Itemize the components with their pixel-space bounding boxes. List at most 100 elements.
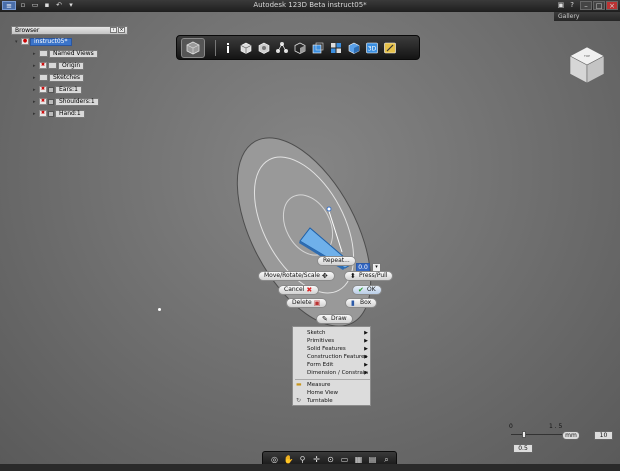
tree-item-root[interactable]: ▾ ● instruct05*	[15, 37, 72, 46]
close-panel-button[interactable]: ×	[118, 27, 125, 33]
submenu-arrow-icon: ▶	[364, 338, 368, 344]
unit-button[interactable]: mm	[562, 431, 580, 440]
press-pull-icon: ⬍	[350, 271, 356, 280]
window-title: Autodesk 123D Beta instruct05*	[253, 1, 367, 9]
component-icon	[48, 86, 54, 93]
submenu-arrow-icon: ▶	[364, 354, 368, 360]
tree-item-shoulders[interactable]: ▸ ✖ Shoulders:1	[33, 97, 99, 106]
menu-item-form-edit[interactable]: Form Edit ▶	[293, 361, 372, 369]
ok-check-icon: ✔	[358, 285, 364, 294]
primitive-icon[interactable]	[256, 40, 272, 56]
box-label: Box	[360, 299, 372, 306]
move-icon: ✥	[321, 271, 328, 280]
gallery-bar[interactable]: Gallery	[554, 12, 620, 21]
view-cube[interactable]: TOP	[566, 44, 608, 86]
context-menu: Sketch ▶ Primitives ▶ Solid Features ▶ Cons…	[292, 326, 371, 406]
menu-item-construction-features[interactable]: Construction Features ▶	[293, 353, 372, 361]
press-pull-button[interactable]: ⬍ Press/Pull	[344, 271, 394, 281]
menu-item-label: Home View	[307, 390, 339, 396]
help-icon[interactable]: ?	[570, 1, 574, 10]
scale-slider-handle[interactable]	[522, 431, 526, 438]
tree-item-named-views[interactable]: ▸ Named Views	[33, 49, 98, 58]
visibility-off-icon[interactable]: ✖	[39, 110, 47, 117]
submenu-arrow-icon: ▶	[364, 370, 368, 376]
delete-label: Delete	[292, 299, 312, 306]
repeat-button[interactable]: Repeat...	[317, 256, 356, 266]
scale-left-tick: 0	[509, 423, 513, 430]
folder-icon	[39, 74, 48, 81]
folder-icon	[39, 50, 48, 57]
visibility-off-icon[interactable]: ✖	[39, 86, 47, 93]
tree-item-hand[interactable]: ▸ ✖ Hand:1	[33, 109, 85, 118]
cube-icon[interactable]	[346, 40, 362, 56]
delete-icon: ▣	[313, 298, 321, 307]
menu-item-dimension-constrain[interactable]: Dimension / Constrain ▶	[293, 369, 372, 377]
surface-icon[interactable]	[292, 40, 308, 56]
menu-item-sketch[interactable]: Sketch ▶	[293, 329, 372, 337]
tree-item-label: Ears:1	[55, 85, 82, 94]
edit-icon[interactable]	[382, 40, 398, 56]
grid-snap-widget: 0 1 . 5 mm 10 0.5	[505, 423, 615, 457]
menu-item-label: Dimension / Constrain	[307, 370, 368, 376]
svg-text:TOP: TOP	[583, 54, 590, 58]
anchor-point[interactable]	[326, 206, 332, 212]
menu-item-label: Solid Features	[307, 346, 346, 352]
tree-item-ears[interactable]: ▸ ✖ Ears:1	[33, 85, 82, 94]
component-icon	[48, 98, 54, 105]
pin-button[interactable]: ‹	[110, 27, 117, 33]
delete-button[interactable]: Delete ▣	[286, 298, 327, 308]
move-rotate-scale-button[interactable]: Move/Rotate/Scale ✥	[258, 271, 335, 281]
close-button[interactable]: ×	[606, 1, 618, 10]
folder-icon	[48, 62, 57, 69]
grid-icon[interactable]	[328, 40, 344, 56]
tree-item-origin[interactable]: ▸ ✖ Origin	[33, 61, 85, 70]
ok-button[interactable]: ✔ OK	[352, 285, 382, 295]
snap-value-field[interactable]: 0.5	[513, 444, 533, 453]
scale-track	[511, 434, 563, 435]
menu-item-label: Turntable	[307, 398, 333, 404]
draw-button[interactable]: ✎ Draw	[316, 314, 353, 324]
solid-icon[interactable]	[310, 40, 326, 56]
menu-item-label: Form Edit	[307, 362, 334, 368]
menu-item-solid-features[interactable]: Solid Features ▶	[293, 345, 372, 353]
draw-label: Draw	[331, 315, 347, 322]
turntable-icon: ↻	[296, 397, 302, 404]
menu-item-turntable[interactable]: ↻ Turntable	[293, 397, 372, 405]
cancel-button[interactable]: Cancel ✖	[278, 285, 320, 295]
box-icon[interactable]	[238, 40, 254, 56]
pattern-icon[interactable]	[274, 40, 290, 56]
submenu-arrow-icon: ▶	[364, 330, 368, 336]
sketch-point[interactable]	[158, 308, 161, 311]
box-button[interactable]: ▮ Box	[345, 298, 378, 308]
menu-item-measure[interactable]: ▬ Measure	[293, 381, 372, 389]
menu-item-primitives[interactable]: Primitives ▶	[293, 337, 372, 345]
browser-header: Browser ‹ ×	[11, 26, 128, 35]
minimize-button[interactable]: –	[580, 1, 592, 10]
info-icon[interactable]	[220, 40, 236, 56]
home-view-icon[interactable]	[181, 37, 205, 58]
draw-icon: ✎	[322, 314, 328, 323]
grid-value-field[interactable]: 10	[594, 431, 613, 440]
cancel-label: Cancel	[284, 286, 305, 293]
window-controls: – □ ×	[580, 1, 618, 10]
status-bar	[0, 464, 620, 471]
visibility-off-icon[interactable]: ✖	[39, 62, 47, 69]
browser-title: Browser	[15, 27, 40, 34]
toolbar-separator	[215, 39, 216, 56]
bookmark-icon[interactable]: ▣	[558, 1, 565, 10]
gallery-label: Gallery	[558, 13, 580, 20]
browser-panel: Browser ‹ × ▾ ● instruct05* ▸ Named View…	[11, 26, 128, 126]
title-bar-right: ▣ ? – □ ×	[558, 1, 618, 10]
visibility-bulb-icon[interactable]: ●	[21, 38, 29, 45]
maximize-button[interactable]: □	[593, 1, 605, 10]
svg-text:3D: 3D	[368, 45, 377, 52]
3d-icon[interactable]: 3D	[364, 40, 380, 56]
value-text: 0.0	[358, 264, 368, 271]
visibility-off-icon[interactable]: ✖	[39, 98, 47, 105]
submenu-arrow-icon: ▶	[364, 346, 368, 352]
menu-item-label: Construction Features	[307, 354, 368, 360]
menu-separator	[295, 379, 370, 380]
tree-item-sketches[interactable]: ▸ Sketches	[33, 73, 85, 82]
tree-item-label: Named Views	[49, 49, 98, 58]
menu-item-home-view[interactable]: Home View	[293, 389, 372, 397]
